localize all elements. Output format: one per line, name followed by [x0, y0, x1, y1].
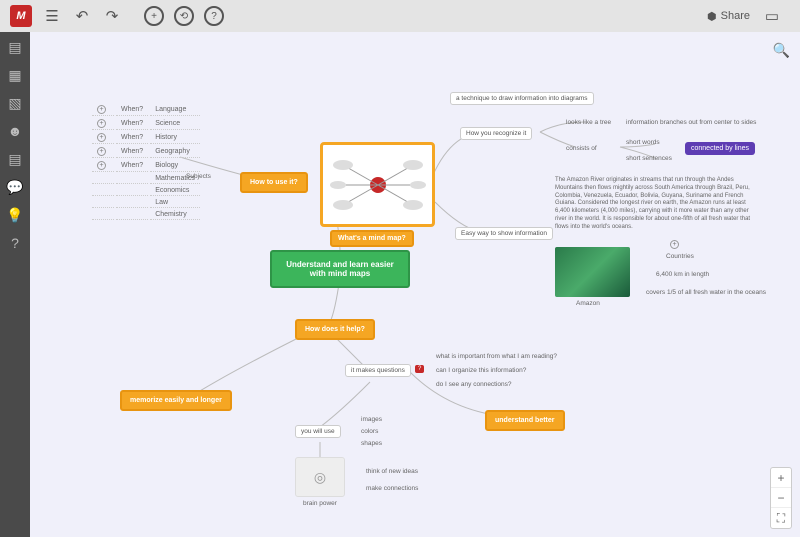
node-technique[interactable]: a technique to draw information into dia…: [450, 92, 594, 105]
search-icon[interactable]: 🔍: [773, 42, 790, 59]
zoom-fit-icon[interactable]: ⛶: [771, 508, 791, 528]
share-button[interactable]: ⬢ Share: [707, 10, 750, 23]
subject-row[interactable]: Law: [92, 198, 200, 208]
zoom-out-icon[interactable]: −: [771, 488, 791, 508]
node-think-new[interactable]: think of new ideas: [365, 467, 419, 476]
node-makes-q[interactable]: it makes questions: [345, 364, 411, 377]
subject-row[interactable]: Mathematics: [92, 174, 200, 184]
amazon-image[interactable]: [555, 247, 630, 297]
expand-icon[interactable]: +: [97, 161, 106, 170]
node-will-use[interactable]: you will use: [295, 425, 341, 438]
expand-icon[interactable]: +: [97, 133, 106, 142]
panel-chat-icon[interactable]: 💬: [6, 178, 24, 196]
node-short-sentences[interactable]: short sentences: [625, 154, 673, 163]
subjects-table: +When?Language +When?Science +When?History…: [90, 102, 202, 222]
menu-icon[interactable]: ☰: [40, 4, 64, 28]
node-what-is[interactable]: What's a mind map?: [330, 230, 414, 247]
app-logo[interactable]: M: [10, 5, 32, 27]
expand-icon[interactable]: +: [97, 147, 106, 156]
node-center[interactable]: Understand and learn easier with mind ma…: [270, 250, 410, 288]
node-how-use[interactable]: How to use it?: [240, 172, 308, 193]
panel-list-icon[interactable]: ▤: [6, 150, 24, 168]
amazon-label[interactable]: Amazon: [575, 299, 601, 308]
expand-icon[interactable]: +: [97, 105, 106, 114]
subjects-label[interactable]: Subjects: [185, 172, 212, 181]
subjects-group: +When?Language +When?Science +When?History…: [90, 102, 202, 222]
node-q3[interactable]: do I see any connections?: [435, 380, 513, 389]
node-recognize[interactable]: How you recognize it: [460, 127, 532, 140]
mindmap-thumbnail[interactable]: [320, 142, 435, 227]
badge-question: ?: [415, 365, 424, 373]
node-fresh[interactable]: covers 1/5 of all fresh water in the oce…: [645, 288, 767, 297]
node-understand[interactable]: understand better: [485, 410, 565, 431]
expand-icon[interactable]: +: [97, 119, 106, 128]
brain-label[interactable]: brain power: [302, 499, 338, 508]
node-q1[interactable]: what is important from what I am reading…: [435, 352, 558, 361]
redo-icon[interactable]: ↷: [100, 4, 124, 28]
subject-row[interactable]: +When?Geography: [92, 146, 200, 158]
node-consists[interactable]: consists of: [565, 144, 598, 153]
node-how-help[interactable]: How does it help?: [295, 319, 375, 340]
subject-row[interactable]: Chemistry: [92, 210, 200, 220]
zoom-in-icon[interactable]: +: [771, 468, 791, 488]
node-memorize[interactable]: memorize easily and longer: [120, 390, 232, 411]
node-easy-way[interactable]: Easy way to show information: [455, 227, 553, 240]
subject-row[interactable]: +When?Language: [92, 104, 200, 116]
subject-row[interactable]: +When?History: [92, 132, 200, 144]
present-icon[interactable]: ▭: [760, 4, 784, 28]
node-shapes[interactable]: shapes: [360, 439, 383, 448]
undo-icon[interactable]: ↶: [70, 4, 94, 28]
tool-icon-1[interactable]: ⟲: [172, 4, 196, 28]
node-branches[interactable]: information branches out from center to …: [625, 118, 757, 127]
brain-image[interactable]: ◎: [295, 457, 345, 497]
node-length[interactable]: 6,400 km in length: [655, 270, 710, 279]
node-colors[interactable]: colors: [360, 427, 379, 436]
subject-row[interactable]: Economics: [92, 186, 200, 196]
zoom-controls: + − ⛶: [770, 467, 792, 529]
amazon-paragraph: The Amazon River originates in streams t…: [555, 177, 755, 232]
panel-help-icon[interactable]: ?: [6, 234, 24, 252]
share-icon: ⬢: [707, 10, 717, 23]
node-connected[interactable]: connected by lines: [685, 142, 755, 155]
panel-media-icon[interactable]: ▦: [6, 66, 24, 84]
subject-row[interactable]: +When?Biology: [92, 160, 200, 172]
top-toolbar: M ☰ ↶ ↷ + ⟲ ? ⬢ Share ▭: [0, 0, 800, 32]
node-short-words[interactable]: short words: [625, 138, 661, 147]
panel-idea-icon[interactable]: 💡: [6, 206, 24, 224]
panel-emoji-icon[interactable]: ☻: [6, 122, 24, 140]
panel-notes-icon[interactable]: ▤: [6, 38, 24, 56]
countries-expand-icon[interactable]: +: [670, 240, 679, 249]
tool-icon-2[interactable]: ?: [202, 4, 226, 28]
node-make-conn[interactable]: make connections: [365, 484, 419, 493]
node-tree[interactable]: looks like a tree: [565, 118, 612, 127]
node-countries[interactable]: Countries: [665, 252, 695, 261]
panel-image-icon[interactable]: ▧: [6, 94, 24, 112]
mindmap-canvas[interactable]: 🔍 +When?Language +When?Science +When?Histo…: [30, 32, 800, 537]
node-images[interactable]: images: [360, 415, 383, 424]
node-q2[interactable]: can I organize this information?: [435, 366, 527, 375]
share-label: Share: [721, 10, 750, 22]
subject-row[interactable]: +When?Science: [92, 118, 200, 130]
left-sidebar: ▤ ▦ ▧ ☻ ▤ 💬 💡 ?: [0, 32, 30, 537]
add-node-icon[interactable]: +: [142, 4, 166, 28]
